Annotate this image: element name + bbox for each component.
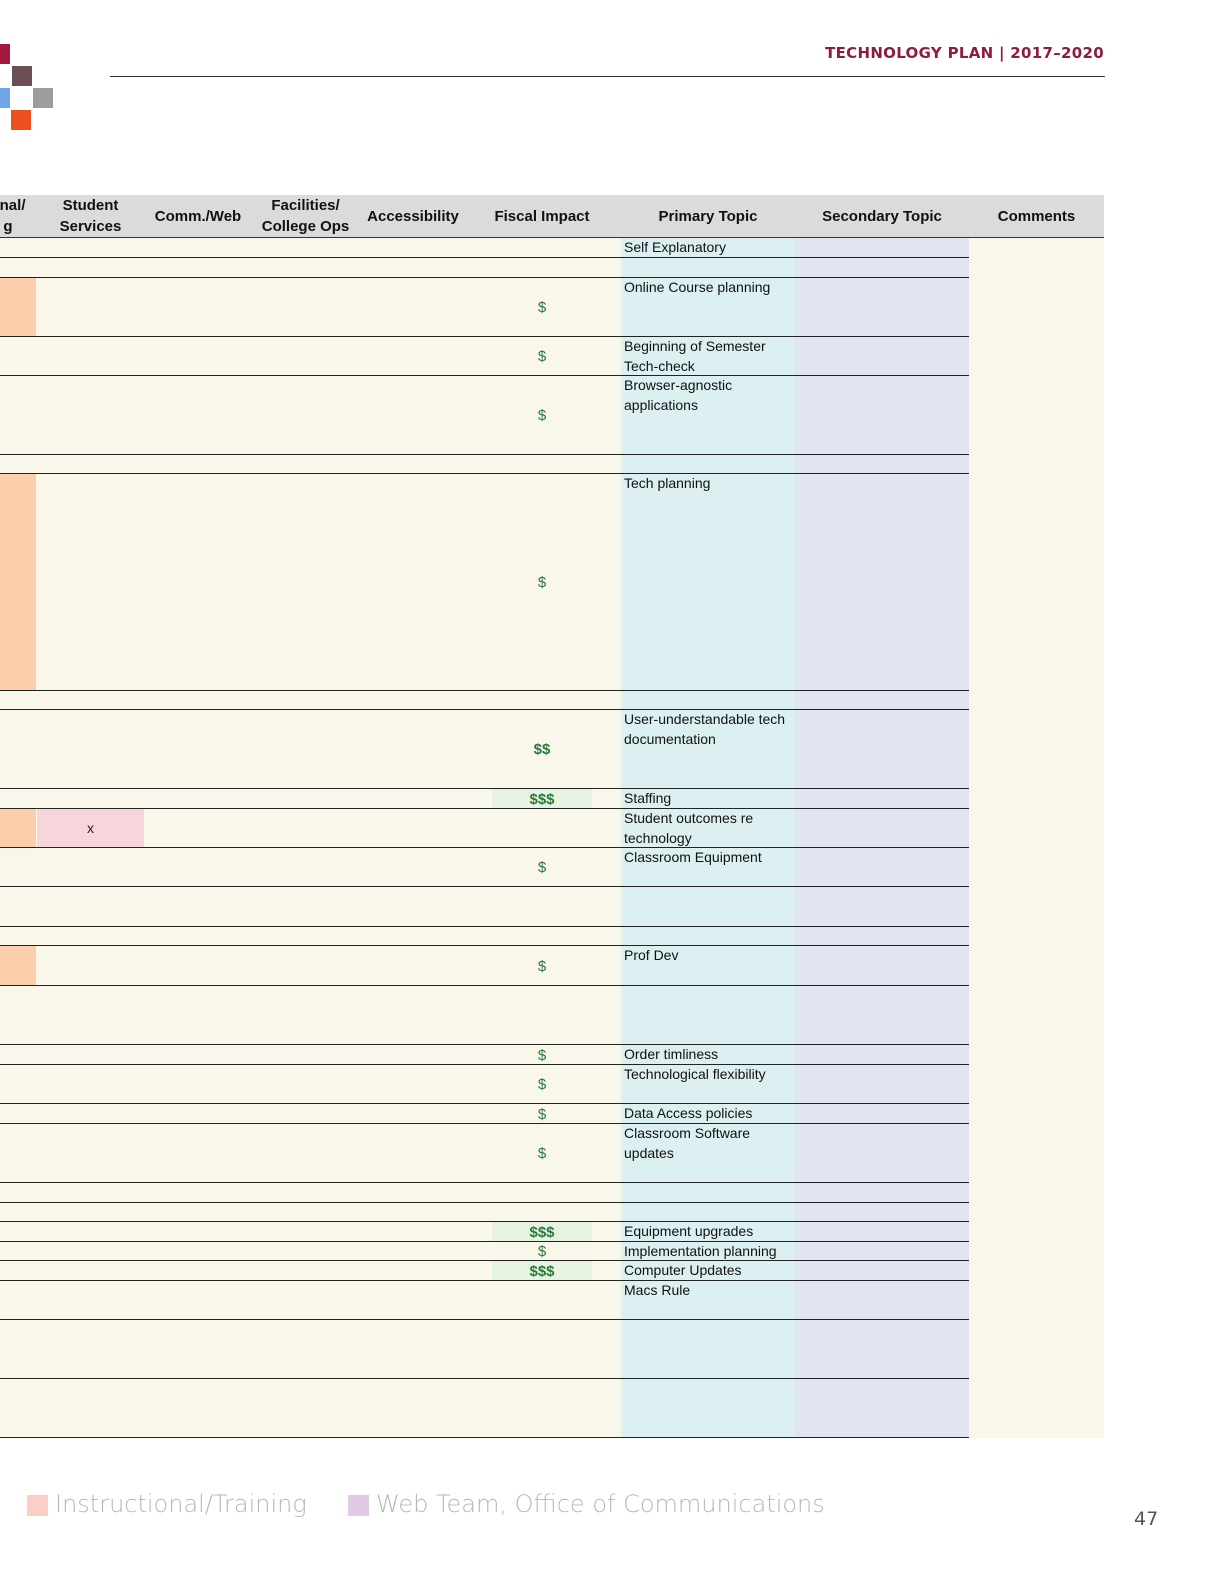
row-divider [0, 1182, 969, 1183]
column-header-accessibility: Accessibility [367, 207, 459, 225]
fiscal-impact-cell: $$$ [529, 1262, 555, 1280]
primary-topic-cell: Staffing [624, 790, 672, 806]
primary-topic-cell: Tech planning [624, 475, 711, 491]
fiscal-impact-cell: $ [537, 299, 547, 316]
logo-square-crimson [0, 44, 10, 64]
primary-topic-cell: Student outcomes re technology [624, 810, 754, 846]
row-divider [0, 926, 969, 927]
primary-topic-cell: Prof Dev [624, 947, 679, 963]
instructional-cell-highlight [0, 946, 36, 985]
primary-topic-cell: User-understandable tech documentation [624, 711, 786, 747]
row-divider [0, 709, 969, 710]
column-header-comm-web: Comm./Web [154, 207, 242, 225]
column-header-facilities: Facilities/ College Ops [261, 197, 350, 235]
row-divider [0, 985, 969, 986]
fiscal-impact-cell: $ [537, 1076, 547, 1093]
instructional-cell-highlight [0, 474, 36, 690]
row-divider [0, 1202, 969, 1203]
row-divider [0, 1123, 969, 1124]
column-header-comments: Comments [997, 207, 1076, 225]
row-divider [0, 375, 969, 376]
page-header-title: TECHNOLOGY PLAN | 2017–2020 [825, 44, 1104, 62]
technology-plan-table: onal/ g Student Services Comm./Web Facil… [0, 195, 1104, 1438]
fiscal-impact-cell: $$$ [529, 790, 555, 808]
column-header-fiscal-impact: Fiscal Impact [494, 207, 590, 225]
primary-topic-cell: Online Course planning [624, 279, 771, 295]
row-divider [0, 1241, 969, 1242]
legend-swatch-instructional [27, 1495, 48, 1516]
primary-topic-cell: Data Access policies [624, 1105, 753, 1121]
primary-topic-cell: Classroom Equipment [624, 849, 762, 865]
primary-topic-cell: Self Explanatory [624, 239, 726, 255]
row-divider [0, 886, 969, 887]
fiscal-impact-cell: $ [537, 407, 547, 424]
row-divider [0, 1319, 969, 1320]
legend-label-instructional: Instructional/Training [55, 1490, 307, 1518]
logo-square-blue [0, 88, 10, 108]
row-divider [0, 847, 969, 848]
row-divider [0, 473, 969, 474]
instructional-cell-highlight [0, 278, 36, 336]
primary-topic-cell: Browser-agnostic applications [624, 377, 733, 413]
row-divider [0, 257, 969, 258]
page-number: 47 [1134, 1508, 1159, 1530]
row-divider [0, 1064, 969, 1065]
primary-topic-cell: Order timliness [624, 1046, 719, 1062]
row-divider [0, 1221, 969, 1222]
primary-topic-cell: Classroom Software updates [624, 1125, 751, 1161]
primary-topic-cell: Beginning of Semester Tech-check [624, 338, 766, 374]
fiscal-impact-cell: $ [537, 1145, 547, 1162]
column-header-primary-topic: Primary Topic [658, 207, 758, 225]
row-divider [0, 1437, 969, 1438]
fiscal-impact-cell: $ [537, 574, 547, 591]
row-divider [0, 336, 969, 337]
row-divider [0, 945, 969, 946]
primary-topic-cell: Computer Updates [624, 1262, 742, 1278]
secondary-topic-column [795, 238, 969, 1438]
row-divider [0, 1280, 969, 1281]
header-divider [110, 76, 1105, 77]
fiscal-impact-cell: $ [537, 1046, 547, 1064]
primary-topic-cell: Equipment upgrades [624, 1223, 754, 1239]
column-header-secondary-topic: Secondary Topic [822, 207, 942, 225]
primary-topic-cell: Implementation planning [624, 1243, 777, 1259]
fiscal-impact-cell: $ [537, 859, 547, 876]
row-divider [0, 277, 969, 278]
row-divider [0, 788, 969, 789]
primary-topic-cell: Technological flexibility [624, 1066, 766, 1082]
logo-square-orange [11, 110, 31, 130]
legend-label-web-team: Web Team, Office of Communications [376, 1490, 825, 1518]
primary-topic-cell: Macs Rule [624, 1282, 691, 1298]
fiscal-impact-cell: $ [537, 957, 547, 975]
legend-swatch-web-team [348, 1495, 369, 1516]
fiscal-impact-cell: $ [537, 1243, 547, 1260]
row-divider [0, 1044, 969, 1045]
row-divider [0, 690, 969, 691]
fiscal-impact-cell: $$$ [529, 1223, 555, 1241]
fiscal-impact-cell: $ [537, 1105, 547, 1123]
column-header-student-services: Student Services [59, 197, 122, 235]
row-divider [0, 1103, 969, 1104]
row-divider [0, 1260, 969, 1261]
logo-square-plum [12, 66, 32, 86]
row-divider [0, 808, 969, 809]
student-services-cell: x [37, 809, 144, 847]
fiscal-impact-cell: $ [537, 348, 547, 365]
instructional-cell-highlight [0, 809, 36, 847]
row-divider [0, 454, 969, 455]
logo-square-gray [33, 88, 53, 108]
fiscal-impact-cell: $$ [533, 741, 551, 758]
column-header-instructional: onal/ g [0, 197, 26, 235]
row-divider [0, 1378, 969, 1379]
